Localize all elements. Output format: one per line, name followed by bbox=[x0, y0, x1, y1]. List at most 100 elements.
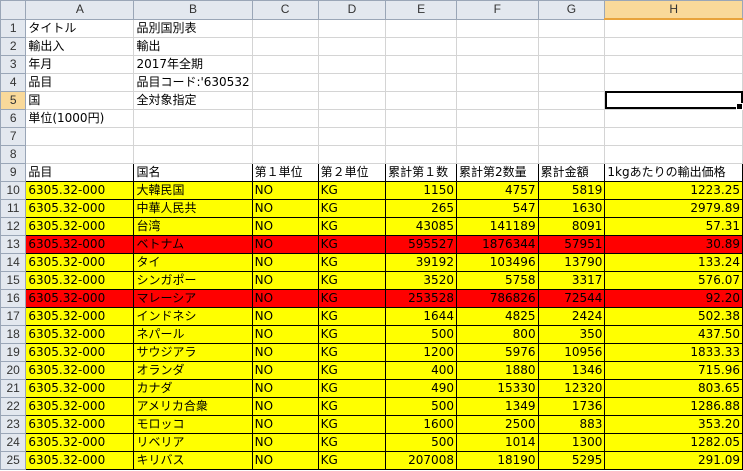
data-cell[interactable]: 6305.32-000 bbox=[25, 252, 135, 272]
row-header[interactable]: 20 bbox=[0, 360, 27, 380]
data-cell[interactable]: 5819 bbox=[537, 180, 606, 200]
meta-label-cell[interactable]: タイトル bbox=[25, 18, 135, 38]
meta-value-cell[interactable] bbox=[133, 108, 253, 128]
row-header[interactable]: 9 bbox=[0, 162, 27, 182]
data-cell[interactable]: KG bbox=[317, 324, 387, 344]
data-cell[interactable]: 1200 bbox=[385, 342, 457, 362]
meta-label-cell[interactable]: 単位(1000円) bbox=[25, 108, 135, 128]
data-cell[interactable]: ベトナム bbox=[133, 234, 253, 254]
row-header[interactable]: 16 bbox=[0, 288, 27, 308]
empty-cell[interactable] bbox=[604, 126, 743, 146]
data-cell[interactable]: 6305.32-000 bbox=[25, 216, 135, 236]
data-cell[interactable]: 5976 bbox=[455, 342, 539, 362]
data-cell[interactable]: 6305.32-000 bbox=[25, 306, 135, 326]
data-cell[interactable]: 1880 bbox=[455, 360, 539, 380]
row-header[interactable]: 4 bbox=[0, 72, 27, 92]
empty-cell[interactable] bbox=[251, 36, 319, 56]
empty-cell[interactable] bbox=[251, 72, 319, 92]
column-title-cell[interactable]: 1kgあたりの輸出価格 bbox=[604, 162, 743, 182]
data-cell[interactable]: リベリア bbox=[133, 432, 253, 452]
empty-cell[interactable] bbox=[537, 90, 606, 110]
meta-value-cell[interactable]: 2017年全期 bbox=[133, 54, 253, 74]
data-cell[interactable]: 43085 bbox=[385, 216, 457, 236]
data-cell[interactable]: 6305.32-000 bbox=[25, 414, 135, 434]
empty-cell[interactable] bbox=[251, 108, 319, 128]
row-header[interactable]: 24 bbox=[0, 432, 27, 452]
data-cell[interactable]: KG bbox=[317, 378, 387, 398]
empty-cell[interactable] bbox=[317, 54, 387, 74]
data-cell[interactable]: 4825 bbox=[455, 306, 539, 326]
column-header-d[interactable]: D bbox=[317, 0, 387, 20]
data-cell[interactable]: 57951 bbox=[537, 234, 606, 254]
empty-cell[interactable] bbox=[455, 144, 539, 164]
row-header[interactable]: 7 bbox=[0, 126, 27, 146]
column-header-h[interactable]: H bbox=[604, 0, 743, 20]
data-cell[interactable]: 1150 bbox=[385, 180, 457, 200]
empty-cell[interactable] bbox=[317, 90, 387, 110]
empty-cell[interactable] bbox=[455, 108, 539, 128]
column-title-cell[interactable]: 品目 bbox=[25, 162, 135, 182]
data-cell[interactable]: 1833.33 bbox=[604, 342, 743, 362]
data-cell[interactable]: 6305.32-000 bbox=[25, 270, 135, 290]
data-cell[interactable]: 39192 bbox=[385, 252, 457, 272]
row-header[interactable]: 3 bbox=[0, 54, 27, 74]
data-cell[interactable]: KG bbox=[317, 216, 387, 236]
empty-cell[interactable] bbox=[604, 72, 743, 92]
column-header-a[interactable]: A bbox=[25, 0, 135, 20]
data-cell[interactable]: 1349 bbox=[455, 396, 539, 416]
meta-value-cell[interactable] bbox=[133, 144, 253, 164]
data-cell[interactable]: NO bbox=[251, 450, 319, 470]
column-header-b[interactable]: B bbox=[133, 0, 253, 20]
data-cell[interactable]: 2424 bbox=[537, 306, 606, 326]
empty-cell[interactable] bbox=[455, 36, 539, 56]
data-cell[interactable]: モロッコ bbox=[133, 414, 253, 434]
data-cell[interactable]: 1223.25 bbox=[604, 180, 743, 200]
data-cell[interactable]: 500 bbox=[385, 324, 457, 344]
data-cell[interactable]: 500 bbox=[385, 396, 457, 416]
data-cell[interactable]: 6305.32-000 bbox=[25, 360, 135, 380]
data-cell[interactable]: 6305.32-000 bbox=[25, 324, 135, 344]
empty-cell[interactable] bbox=[385, 108, 457, 128]
row-header[interactable]: 8 bbox=[0, 144, 27, 164]
data-cell[interactable]: KG bbox=[317, 432, 387, 452]
data-cell[interactable]: KG bbox=[317, 198, 387, 218]
data-cell[interactable]: 台湾 bbox=[133, 216, 253, 236]
data-cell[interactable]: 253528 bbox=[385, 288, 457, 308]
column-header-f[interactable]: F bbox=[455, 0, 539, 20]
row-header[interactable]: 15 bbox=[0, 270, 27, 290]
data-cell[interactable]: 2500 bbox=[455, 414, 539, 434]
data-cell[interactable]: KG bbox=[317, 288, 387, 308]
data-cell[interactable]: 490 bbox=[385, 378, 457, 398]
empty-cell[interactable] bbox=[317, 72, 387, 92]
meta-label-cell[interactable]: 国 bbox=[25, 90, 135, 110]
column-title-cell[interactable]: 第２単位 bbox=[317, 162, 387, 182]
data-cell[interactable]: 133.24 bbox=[604, 252, 743, 272]
data-cell[interactable]: 15330 bbox=[455, 378, 539, 398]
empty-cell[interactable] bbox=[251, 54, 319, 74]
data-cell[interactable]: KG bbox=[317, 180, 387, 200]
data-cell[interactable]: 12320 bbox=[537, 378, 606, 398]
data-cell[interactable]: 6305.32-000 bbox=[25, 288, 135, 308]
empty-cell[interactable] bbox=[251, 18, 319, 38]
data-cell[interactable]: 576.07 bbox=[604, 270, 743, 290]
empty-cell[interactable] bbox=[385, 36, 457, 56]
data-cell[interactable]: 353.20 bbox=[604, 414, 743, 434]
data-cell[interactable]: NO bbox=[251, 414, 319, 434]
data-cell[interactable]: KG bbox=[317, 450, 387, 470]
empty-cell[interactable] bbox=[604, 54, 743, 74]
data-cell[interactable]: KG bbox=[317, 396, 387, 416]
data-cell[interactable]: 2979.89 bbox=[604, 198, 743, 218]
data-cell[interactable]: 30.89 bbox=[604, 234, 743, 254]
empty-cell[interactable] bbox=[385, 18, 457, 38]
select-all-corner[interactable] bbox=[0, 0, 27, 20]
meta-value-cell[interactable]: 品目コード:'630532 bbox=[133, 72, 253, 92]
data-cell[interactable]: 72544 bbox=[537, 288, 606, 308]
data-cell[interactable]: インドネシ bbox=[133, 306, 253, 326]
data-cell[interactable]: KG bbox=[317, 234, 387, 254]
row-header[interactable]: 21 bbox=[0, 378, 27, 398]
empty-cell[interactable] bbox=[317, 36, 387, 56]
data-cell[interactable]: 141189 bbox=[455, 216, 539, 236]
data-cell[interactable]: 5295 bbox=[537, 450, 606, 470]
data-cell[interactable]: 595527 bbox=[385, 234, 457, 254]
empty-cell[interactable] bbox=[537, 54, 606, 74]
